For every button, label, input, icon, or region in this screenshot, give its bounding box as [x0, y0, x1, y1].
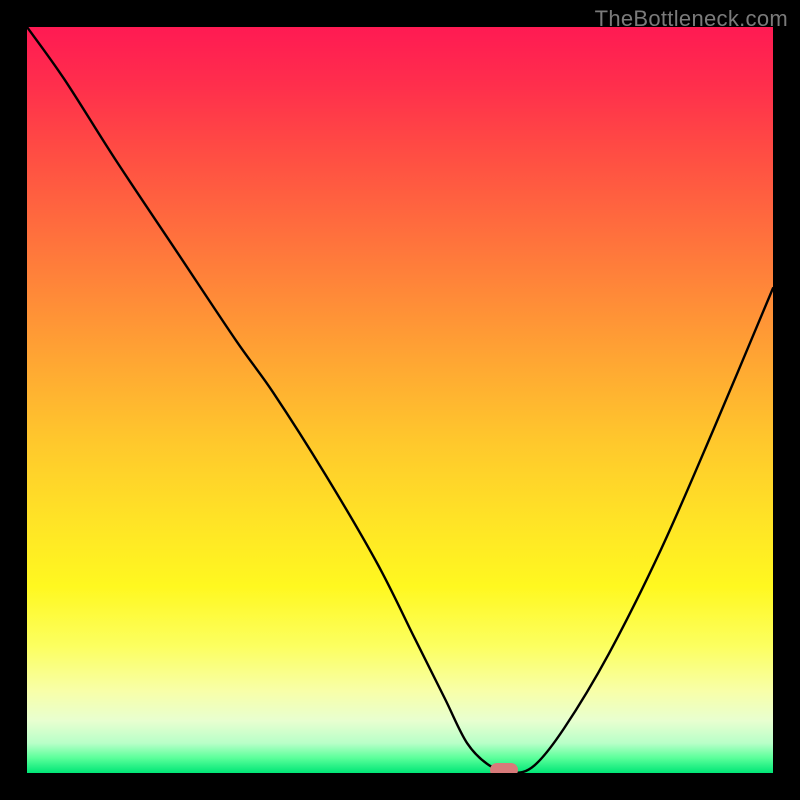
- chart-frame: [0, 0, 800, 800]
- watermark: TheBottleneck.com: [595, 6, 788, 32]
- bottleneck-curve: [27, 27, 773, 773]
- plot-area: [27, 27, 773, 773]
- curve-svg: [27, 27, 773, 773]
- optimal-marker: [490, 763, 518, 773]
